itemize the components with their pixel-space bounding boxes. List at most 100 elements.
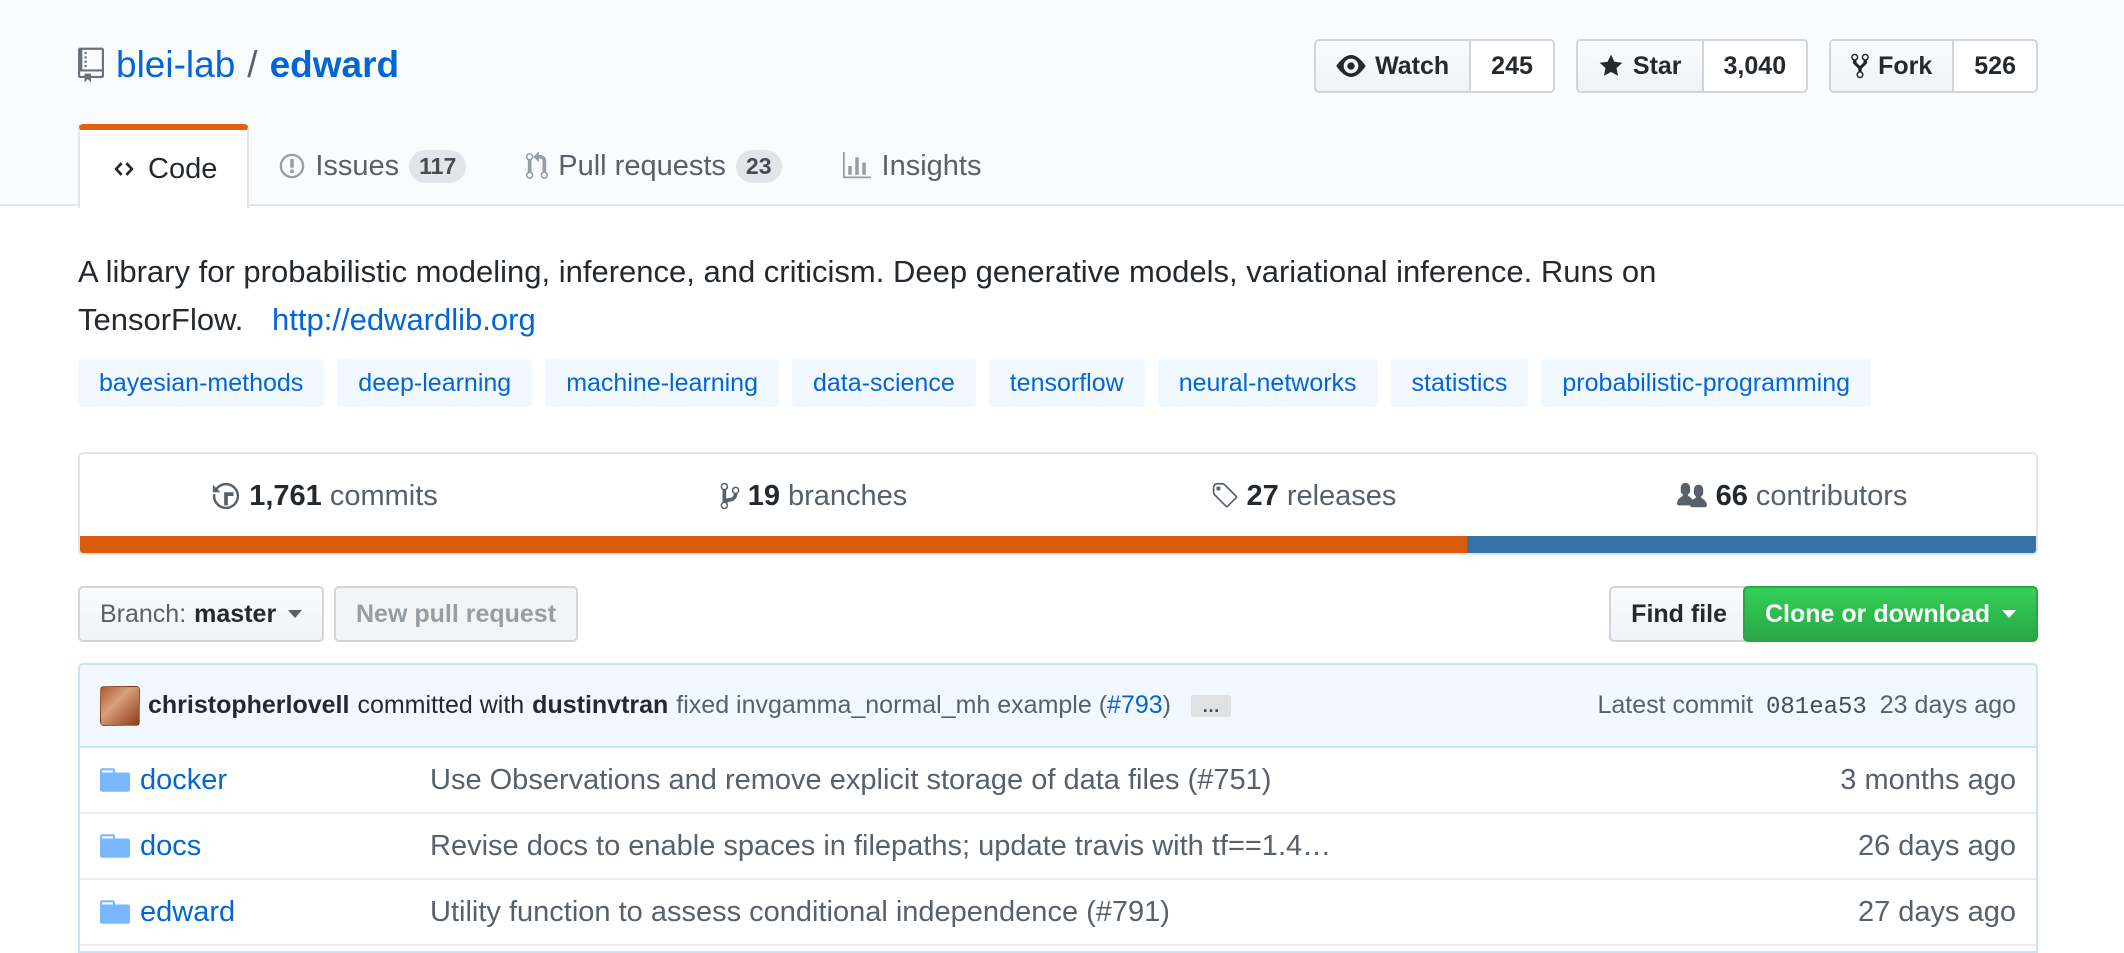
- file-age: 3 months ago: [1840, 763, 2016, 796]
- tab-issues[interactable]: Issues 117: [249, 124, 496, 208]
- file-name-link[interactable]: docker: [140, 764, 430, 797]
- branches-label: branches: [787, 479, 908, 512]
- watch-button-group: Watch 245: [1314, 39, 1555, 93]
- branches-link[interactable]: 19 branches: [569, 454, 1058, 538]
- commits-label: commits: [329, 479, 438, 512]
- repo-header: blei-lab / edward Watch 245 Star 3,040 F…: [0, 0, 2124, 208]
- committed-with-text: committed with: [357, 691, 525, 719]
- watchers-count[interactable]: 245: [1471, 41, 1553, 91]
- repo-owner-link[interactable]: blei-lab: [116, 44, 235, 86]
- repo-tabs: Code Issues 117 Pull requests 23 Insight…: [78, 124, 1012, 208]
- tab-insights-label: Insights: [881, 149, 982, 182]
- repo-homepage-link[interactable]: http://edwardlib.org: [272, 302, 536, 337]
- file-name-link[interactable]: edward: [140, 896, 430, 929]
- code-icon: [114, 162, 134, 176]
- fork-icon: [1851, 53, 1869, 79]
- avatar[interactable]: [100, 685, 140, 726]
- commit-message-end: ): [1162, 691, 1171, 719]
- pull-requests-counter: 23: [735, 149, 782, 183]
- file-commit-message[interactable]: Utility function to assess conditional i…: [430, 896, 1858, 929]
- folder-icon: [100, 834, 130, 858]
- repo-title: blei-lab / edward: [78, 40, 399, 90]
- commit-message-text: fixed invgamma_normal_mh example (: [676, 691, 1108, 719]
- repo-actions: Watch 245 Star 3,040 Fork 526: [1314, 39, 2038, 93]
- folder-icon: [100, 768, 130, 792]
- contributors-link[interactable]: 66 contributors: [1547, 454, 2036, 538]
- tab-pull-requests[interactable]: Pull requests 23: [496, 124, 811, 208]
- forks-count[interactable]: 526: [1954, 41, 2036, 91]
- commit-pr-link[interactable]: #793: [1107, 691, 1163, 719]
- pull-request-icon: [526, 151, 549, 179]
- issue-icon: [280, 153, 305, 179]
- watch-label: Watch: [1375, 51, 1450, 80]
- star-button[interactable]: Star: [1577, 41, 1704, 91]
- fork-button-group: Fork 526: [1829, 39, 2038, 93]
- releases-count: 27: [1246, 479, 1279, 512]
- watch-button[interactable]: Watch: [1316, 41, 1472, 91]
- file-navigation: Branch: master New pull request Find fil…: [78, 586, 2038, 642]
- releases-link[interactable]: 27 releases: [1058, 454, 1547, 538]
- fork-button[interactable]: Fork: [1831, 41, 1955, 91]
- file-row: docs Revise docs to enable spaces in fil…: [80, 814, 2036, 880]
- releases-label: releases: [1286, 479, 1397, 512]
- star-label: Star: [1632, 51, 1682, 80]
- topic-tag[interactable]: statistics: [1390, 359, 1529, 407]
- eye-icon: [1336, 55, 1366, 77]
- repo-description: A library for probabilistic modeling, in…: [78, 248, 1798, 344]
- topic-tag[interactable]: machine-learning: [545, 359, 779, 407]
- fork-label: Fork: [1878, 51, 1933, 80]
- tab-issues-label: Issues: [315, 149, 400, 182]
- star-button-group: Star 3,040: [1575, 39, 1809, 93]
- committer-link[interactable]: dustinvtran: [532, 691, 668, 720]
- tag-icon: [1212, 482, 1237, 508]
- tab-code-label: Code: [148, 152, 218, 185]
- commits-link[interactable]: 1,761 commits: [80, 454, 569, 538]
- clone-or-download-button[interactable]: Clone or download: [1743, 586, 2038, 642]
- repo-icon: [78, 47, 104, 83]
- file-commit-message[interactable]: Use Observations and remove explicit sto…: [430, 764, 1840, 797]
- topic-tag[interactable]: neural-networks: [1157, 359, 1378, 407]
- branches-count: 19: [747, 479, 780, 512]
- language-bar-segment[interactable]: [80, 536, 1467, 553]
- tab-code[interactable]: Code: [78, 124, 250, 208]
- topic-tag[interactable]: probabilistic-programming: [1541, 359, 1872, 407]
- file-row: edward Utility function to assess condit…: [80, 880, 2036, 946]
- repo-path-separator: /: [247, 44, 258, 85]
- commit-author-link[interactable]: christopherlovell: [148, 691, 349, 720]
- file-commit-message[interactable]: Revise docs to enable spaces in filepath…: [430, 830, 1858, 863]
- branch-icon: [720, 482, 740, 510]
- latest-commit-label: Latest commit: [1597, 690, 1754, 719]
- latest-commit-meta: Latest commit 081ea53 23 days ago: [1597, 691, 2016, 721]
- stargazers-count[interactable]: 3,040: [1703, 41, 1807, 91]
- file-age: 27 days ago: [1857, 895, 2016, 928]
- current-branch: master: [194, 599, 277, 628]
- find-file-button[interactable]: Find file: [1609, 586, 1749, 642]
- contributors-label: contributors: [1755, 479, 1908, 512]
- caret-down-icon: [288, 610, 303, 618]
- tab-pull-requests-label: Pull requests: [558, 149, 726, 182]
- topic-tag[interactable]: data-science: [791, 359, 976, 407]
- history-icon: [213, 482, 240, 510]
- topic-tag[interactable]: deep-learning: [337, 359, 533, 407]
- latest-commit-age: 23 days ago: [1879, 690, 2016, 719]
- new-pull-request-button[interactable]: New pull request: [334, 586, 579, 642]
- branch-select-button[interactable]: Branch: master: [78, 586, 325, 642]
- repo-name-link[interactable]: edward: [270, 44, 400, 86]
- commit-message[interactable]: fixed invgamma_normal_mh example (#793): [676, 691, 1171, 720]
- folder-icon: [100, 900, 130, 924]
- topic-list: bayesian-methods deep-learning machine-l…: [78, 359, 1872, 407]
- language-bar[interactable]: [80, 536, 2036, 553]
- commit-sha-link[interactable]: 081ea53: [1766, 694, 1867, 721]
- expand-commit-button[interactable]: …: [1191, 694, 1231, 717]
- branch-prefix: Branch:: [100, 599, 187, 628]
- star-icon: [1599, 54, 1623, 76]
- language-bar-segment[interactable]: [1466, 536, 2036, 553]
- file-list: christopherlovell committed with dustinv…: [78, 663, 2038, 953]
- tab-insights[interactable]: Insights: [812, 124, 1012, 208]
- topic-tag[interactable]: bayesian-methods: [78, 359, 325, 407]
- file-row: docker Use Observations and remove expli…: [80, 748, 2036, 814]
- caret-down-icon: [2002, 610, 2016, 618]
- file-name-link[interactable]: docs: [140, 830, 430, 863]
- numbers-summary: 1,761 commits 19 branches 27 releases 66…: [78, 452, 2038, 555]
- topic-tag[interactable]: tensorflow: [988, 359, 1145, 407]
